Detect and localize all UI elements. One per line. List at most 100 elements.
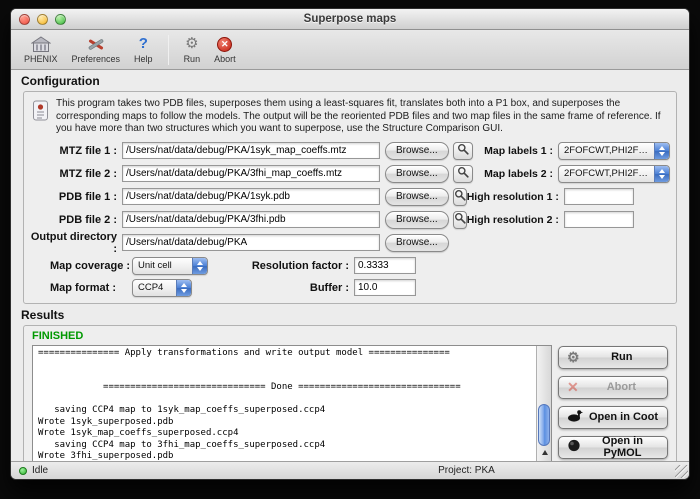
abort-button-label: Abort xyxy=(584,381,659,393)
map-labels-1-select[interactable]: 2FOFCWT,PHI2FOF... xyxy=(558,142,670,160)
map-format-value: CCP4 xyxy=(138,282,163,293)
abort-button[interactable]: ✕ Abort xyxy=(558,376,668,399)
results-action-buttons: ⚙ Run ✕ Abort Open in Coot xyxy=(558,346,668,459)
console-text: =============== Apply transformations an… xyxy=(33,346,537,462)
toolbar-phenix-button[interactable]: PHENIX xyxy=(17,32,65,68)
run-button[interactable]: ⚙ Run xyxy=(558,346,668,369)
minimize-button[interactable] xyxy=(37,14,48,25)
console-scrollbar[interactable] xyxy=(536,346,551,462)
help-question-icon: ? xyxy=(139,35,148,53)
mtz2-view-button[interactable] xyxy=(453,165,473,183)
console-output-area[interactable]: =============== Apply transformations an… xyxy=(32,345,552,462)
toolbar: PHENIX Preferences ? Help ⚙ Run ✕ Abort xyxy=(11,30,689,70)
map-coverage-label: Map coverage : xyxy=(50,260,132,272)
project-label: Project: PKA xyxy=(438,465,495,476)
mtz2-input[interactable] xyxy=(122,165,380,182)
output-directory-browse-button[interactable]: Browse... xyxy=(385,234,449,252)
pdb1-label: PDB file 1 : xyxy=(30,191,122,203)
high-resolution-2-label: High resolution 2 : xyxy=(467,214,564,226)
map-coverage-value: Unit cell xyxy=(138,260,172,271)
gear-icon: ⚙ xyxy=(185,35,198,53)
toolbar-preferences-label: Preferences xyxy=(72,54,121,64)
status-finished-label: FINISHED xyxy=(24,326,676,345)
select-arrows-icon xyxy=(192,258,207,274)
form-row-pdb1: PDB file 1 : Browse... High resolution 1… xyxy=(24,186,676,208)
toolbar-run-button[interactable]: ⚙ Run xyxy=(177,32,208,68)
output-directory-label: Output directory : xyxy=(30,231,122,255)
select-arrows-icon xyxy=(654,166,669,182)
output-directory-input[interactable] xyxy=(122,234,380,251)
gear-icon: ⚙ xyxy=(567,349,580,365)
pdb1-view-button[interactable] xyxy=(453,188,467,206)
buffer-label: Buffer : xyxy=(250,282,354,294)
mtz1-label: MTZ file 1 : xyxy=(30,145,122,157)
select-arrows-icon xyxy=(176,280,191,296)
abort-x-icon: ✕ xyxy=(567,380,579,394)
open-in-pymol-button[interactable]: Open in PyMOL xyxy=(558,436,668,459)
form-row-mtz2: MTZ file 2 : Browse... Map labels 2 : 2F… xyxy=(24,163,676,185)
info-icon xyxy=(32,98,56,128)
resolution-factor-input[interactable] xyxy=(354,257,416,274)
pdb1-browse-button[interactable]: Browse... xyxy=(385,188,449,206)
phenix-home-icon xyxy=(31,35,51,53)
high-resolution-1-label: High resolution 1 : xyxy=(467,191,564,203)
open-in-coot-label: Open in Coot xyxy=(588,411,659,423)
configuration-panel: This program takes two PDB files, superp… xyxy=(23,91,677,304)
mtz2-label: MTZ file 2 : xyxy=(30,168,122,180)
map-format-label: Map format : xyxy=(50,282,132,294)
open-in-pymol-label: Open in PyMOL xyxy=(586,435,659,459)
toolbar-abort-button[interactable]: ✕ Abort xyxy=(207,32,243,68)
close-button[interactable] xyxy=(19,14,30,25)
mtz1-browse-button[interactable]: Browse... xyxy=(385,142,449,160)
search-icon xyxy=(454,212,466,227)
mtz1-view-button[interactable] xyxy=(453,142,473,160)
run-button-label: Run xyxy=(585,351,659,363)
toolbar-separator xyxy=(168,35,169,65)
coot-bird-icon xyxy=(567,409,583,425)
high-resolution-1-input[interactable] xyxy=(564,188,634,205)
pdb2-input[interactable] xyxy=(122,211,380,228)
status-text: Idle xyxy=(32,465,48,476)
configuration-heading: Configuration xyxy=(21,74,689,88)
buffer-input[interactable] xyxy=(354,279,416,296)
toolbar-phenix-label: PHENIX xyxy=(24,54,58,64)
app-window: Superpose maps PHENIX Preferences ? Help xyxy=(10,8,690,480)
form-row-output-directory: Output directory : Browse... xyxy=(24,232,676,254)
resolution-factor-label: Resolution factor : xyxy=(250,260,354,272)
options-row-2: Map format : CCP4 Buffer : xyxy=(24,279,676,301)
toolbar-help-button[interactable]: ? Help xyxy=(127,32,160,68)
results-heading: Results xyxy=(21,308,689,322)
scrollbar-up-arrow-icon[interactable] xyxy=(537,447,552,459)
results-panel: FINISHED =============== Apply transform… xyxy=(23,325,677,462)
traffic-lights xyxy=(19,14,66,25)
pdb2-browse-button[interactable]: Browse... xyxy=(385,211,449,229)
high-resolution-2-input[interactable] xyxy=(564,211,634,228)
search-icon xyxy=(454,189,466,204)
open-in-coot-button[interactable]: Open in Coot xyxy=(558,406,668,429)
pymol-icon xyxy=(567,439,581,455)
toolbar-preferences-button[interactable]: Preferences xyxy=(65,32,128,68)
pdb1-input[interactable] xyxy=(122,188,380,205)
program-description: This program takes two PDB files, superp… xyxy=(56,98,668,136)
titlebar[interactable]: Superpose maps xyxy=(11,9,689,30)
resize-grip-icon[interactable] xyxy=(675,465,688,478)
main-content: Configuration This program takes two PDB… xyxy=(11,70,689,461)
abort-circle-icon: ✕ xyxy=(217,35,232,53)
status-idle-dot-icon xyxy=(19,467,27,475)
mtz2-browse-button[interactable]: Browse... xyxy=(385,165,449,183)
search-icon xyxy=(457,166,469,181)
scrollbar-thumb[interactable] xyxy=(538,404,550,446)
form-row-pdb2: PDB file 2 : Browse... High resolution 2… xyxy=(24,209,676,231)
map-labels-2-select[interactable]: 2FOFCWT,PHI2FOF... xyxy=(558,165,670,183)
window-title: Superpose maps xyxy=(11,13,689,25)
map-labels-1-label: Map labels 1 : xyxy=(484,145,558,157)
pdb2-view-button[interactable] xyxy=(453,211,467,229)
map-coverage-select[interactable]: Unit cell xyxy=(132,257,208,275)
zoom-button[interactable] xyxy=(55,14,66,25)
toolbar-run-label: Run xyxy=(184,54,201,64)
map-format-select[interactable]: CCP4 xyxy=(132,279,192,297)
desktop-background: Superpose maps PHENIX Preferences ? Help xyxy=(0,0,700,499)
map-labels-2-value: 2FOFCWT,PHI2FOF... xyxy=(564,168,651,179)
mtz1-input[interactable] xyxy=(122,142,380,159)
map-labels-2-label: Map labels 2 : xyxy=(484,168,558,180)
